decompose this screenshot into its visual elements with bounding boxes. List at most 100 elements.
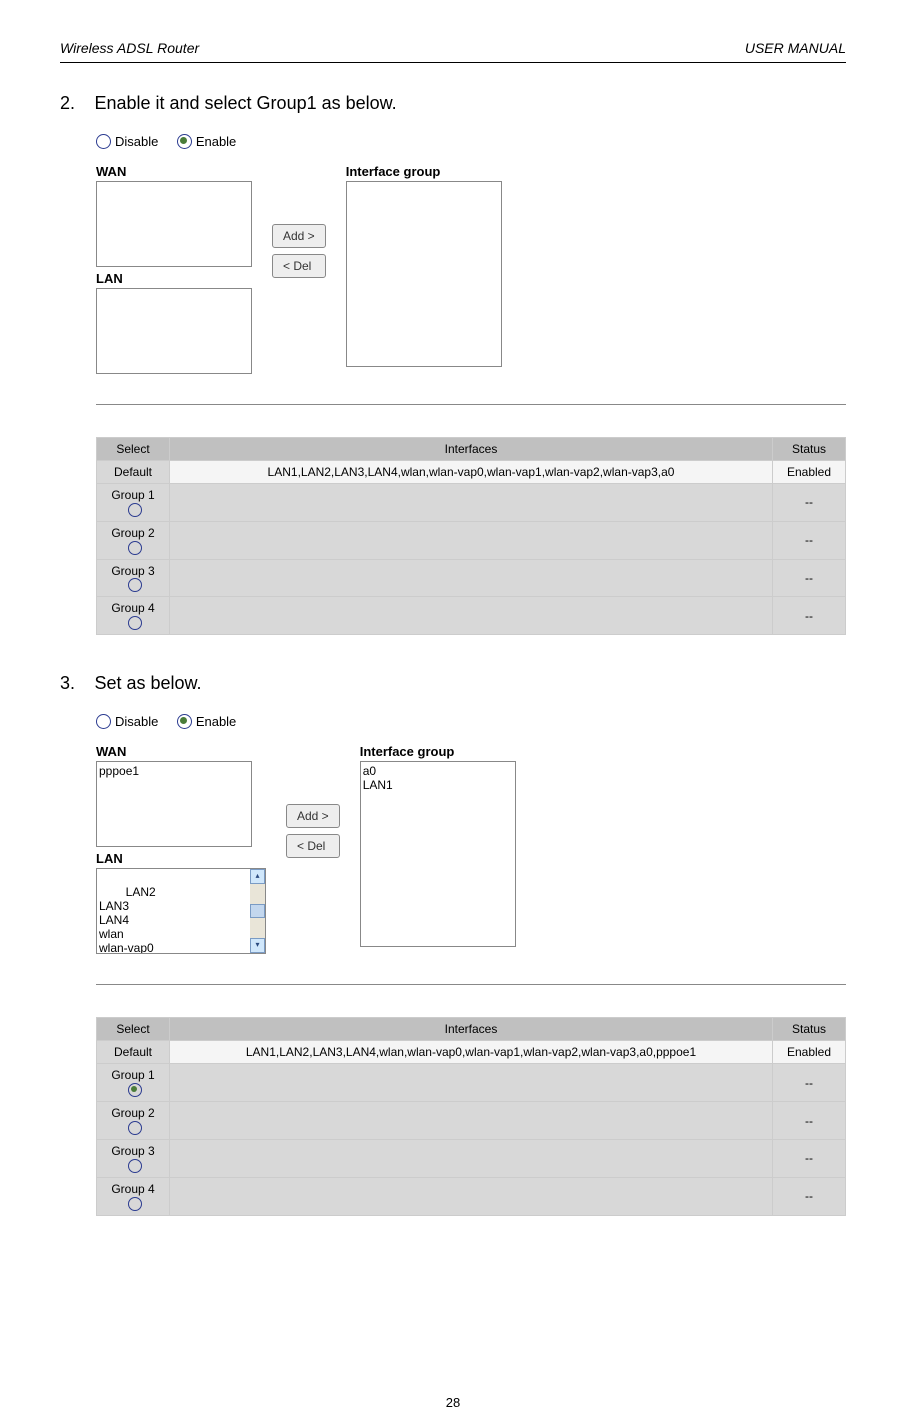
cell-group2-select: Group 2 bbox=[97, 521, 170, 559]
cell-group2-status: -- bbox=[773, 521, 846, 559]
lan-label-3: LAN bbox=[96, 851, 266, 866]
add-button-3[interactable]: Add > bbox=[286, 804, 340, 828]
cell-group3-ifaces bbox=[170, 559, 773, 597]
cell-group4-status-3: -- bbox=[773, 1177, 846, 1215]
cell-group3-select: Group 3 bbox=[97, 559, 170, 597]
cell-group4-status: -- bbox=[773, 597, 846, 635]
del-button[interactable]: < Del bbox=[272, 254, 326, 278]
group1-radio-3[interactable] bbox=[128, 1083, 142, 1097]
groups-table: Select Interfaces Status Default LAN1,LA… bbox=[96, 437, 846, 635]
interface-group-label: Interface group bbox=[346, 164, 502, 179]
scroll-down-icon[interactable]: ▾ bbox=[250, 938, 265, 953]
cell-group3-status-3: -- bbox=[773, 1139, 846, 1177]
scroll-thumb[interactable] bbox=[250, 904, 265, 918]
config-columns: WAN LAN Add > < Del Interface group bbox=[96, 164, 846, 374]
table-row-default: Default LAN1,LAN2,LAN3,LAN4,wlan,wlan-va… bbox=[97, 461, 846, 484]
group2-radio[interactable] bbox=[128, 541, 142, 555]
table-row-group1: Group 1 -- bbox=[97, 484, 846, 522]
group1-label-3: Group 1 bbox=[111, 1068, 154, 1082]
header-left: Wireless ADSL Router bbox=[60, 40, 199, 56]
col-interfaces-3: Interfaces bbox=[170, 1018, 773, 1041]
col-select: Select bbox=[97, 438, 170, 461]
enable-radios: Disable Enable bbox=[96, 134, 846, 154]
table-row-group4-3: Group 4 -- bbox=[97, 1177, 846, 1215]
col-status-3: Status bbox=[773, 1018, 846, 1041]
group4-radio-3[interactable] bbox=[128, 1197, 142, 1211]
group3-label-3: Group 3 bbox=[111, 1144, 154, 1158]
group1-radio[interactable] bbox=[128, 503, 142, 517]
cell-group1-ifaces-3 bbox=[170, 1064, 773, 1102]
config-right-col-3: Interface group a0 LAN1 bbox=[360, 744, 516, 947]
group4-label-3: Group 4 bbox=[111, 1182, 154, 1196]
cell-group1-ifaces bbox=[170, 484, 773, 522]
scroll-up-icon[interactable]: ▴ bbox=[250, 869, 265, 884]
cell-group3-select-3: Group 3 bbox=[97, 1139, 170, 1177]
enable-label-3: Enable bbox=[196, 714, 236, 729]
table-row-group2-3: Group 2 -- bbox=[97, 1102, 846, 1140]
step-3-number: 3. bbox=[60, 673, 90, 694]
table-row-group2: Group 2 -- bbox=[97, 521, 846, 559]
page-header: Wireless ADSL Router USER MANUAL bbox=[60, 40, 846, 63]
group3-radio-3[interactable] bbox=[128, 1159, 142, 1173]
table-separator bbox=[96, 404, 846, 407]
col-interfaces: Interfaces bbox=[170, 438, 773, 461]
add-button[interactable]: Add > bbox=[272, 224, 326, 248]
cell-group1-select-3: Group 1 bbox=[97, 1064, 170, 1102]
disable-label: Disable bbox=[115, 134, 158, 149]
enable-label: Enable bbox=[196, 134, 236, 149]
interface-group-listbox-3[interactable]: a0 LAN1 bbox=[360, 761, 516, 947]
interface-group-label-3: Interface group bbox=[360, 744, 516, 759]
cell-default-ifaces-3: LAN1,LAN2,LAN3,LAN4,wlan,wlan-vap0,wlan-… bbox=[170, 1041, 773, 1064]
enable-radio[interactable]: Enable bbox=[177, 134, 236, 149]
step-2-text: Enable it and select Group1 as below. bbox=[94, 93, 396, 113]
cell-group1-select: Group 1 bbox=[97, 484, 170, 522]
table-row-group1-3: Group 1 -- bbox=[97, 1064, 846, 1102]
cell-group3-status: -- bbox=[773, 559, 846, 597]
table-row-group3-3: Group 3 -- bbox=[97, 1139, 846, 1177]
disable-radio[interactable]: Disable bbox=[96, 134, 158, 149]
disable-radio-3[interactable]: Disable bbox=[96, 714, 158, 729]
col-select-3: Select bbox=[97, 1018, 170, 1041]
groups-table-3: Select Interfaces Status Default LAN1,LA… bbox=[96, 1017, 846, 1215]
wan-label-3: WAN bbox=[96, 744, 266, 759]
config-columns-3: WAN pppoe1 LAN LAN2 LAN3 LAN4 wlan wlan-… bbox=[96, 744, 846, 954]
group4-radio[interactable] bbox=[128, 616, 142, 630]
group3-radio[interactable] bbox=[128, 578, 142, 592]
wan-listbox[interactable] bbox=[96, 181, 252, 267]
config-left-col: WAN LAN bbox=[96, 164, 252, 374]
table-row-group3: Group 3 -- bbox=[97, 559, 846, 597]
lan-listbox-3[interactable]: LAN2 LAN3 LAN4 wlan wlan-vap0 wlan-vap1 … bbox=[96, 868, 266, 954]
col-status: Status bbox=[773, 438, 846, 461]
table-header-row-3: Select Interfaces Status bbox=[97, 1018, 846, 1041]
group2-label: Group 2 bbox=[111, 526, 154, 540]
header-right: USER MANUAL bbox=[745, 40, 846, 56]
disable-label-3: Disable bbox=[115, 714, 158, 729]
group2-radio-3[interactable] bbox=[128, 1121, 142, 1135]
enable-radio-3[interactable]: Enable bbox=[177, 714, 236, 729]
enable-radios-3: Disable Enable bbox=[96, 714, 846, 734]
lan-scrollbar[interactable]: ▴ ▾ bbox=[250, 869, 265, 953]
cell-default-ifaces: LAN1,LAN2,LAN3,LAN4,wlan,wlan-vap0,wlan-… bbox=[170, 461, 773, 484]
interface-group-listbox[interactable] bbox=[346, 181, 502, 367]
lan-listbox-3-content: LAN2 LAN3 LAN4 wlan wlan-vap0 wlan-vap1 … bbox=[99, 885, 156, 954]
cell-group2-ifaces-3 bbox=[170, 1102, 773, 1140]
cell-group2-status-3: -- bbox=[773, 1102, 846, 1140]
step-2-number: 2. bbox=[60, 93, 90, 114]
group3-label: Group 3 bbox=[111, 564, 154, 578]
cell-group2-ifaces bbox=[170, 521, 773, 559]
del-button-3[interactable]: < Del bbox=[286, 834, 340, 858]
config-buttons-col-3: Add > < Del bbox=[286, 804, 340, 864]
lan-listbox[interactable] bbox=[96, 288, 252, 374]
page-number: 28 bbox=[446, 1395, 460, 1410]
cell-group3-ifaces-3 bbox=[170, 1139, 773, 1177]
config-block-3: Disable Enable WAN pppoe1 LAN LAN2 LAN3 … bbox=[96, 714, 846, 1215]
cell-group2-select-3: Group 2 bbox=[97, 1102, 170, 1140]
wan-listbox-3[interactable]: pppoe1 bbox=[96, 761, 252, 847]
group1-label: Group 1 bbox=[111, 488, 154, 502]
group4-label: Group 4 bbox=[111, 601, 154, 615]
table-separator-3 bbox=[96, 984, 846, 987]
config-buttons-col: Add > < Del bbox=[272, 224, 326, 284]
group2-label-3: Group 2 bbox=[111, 1106, 154, 1120]
step-2: 2. Enable it and select Group1 as below. bbox=[60, 93, 846, 114]
radio-on-icon bbox=[177, 134, 192, 149]
